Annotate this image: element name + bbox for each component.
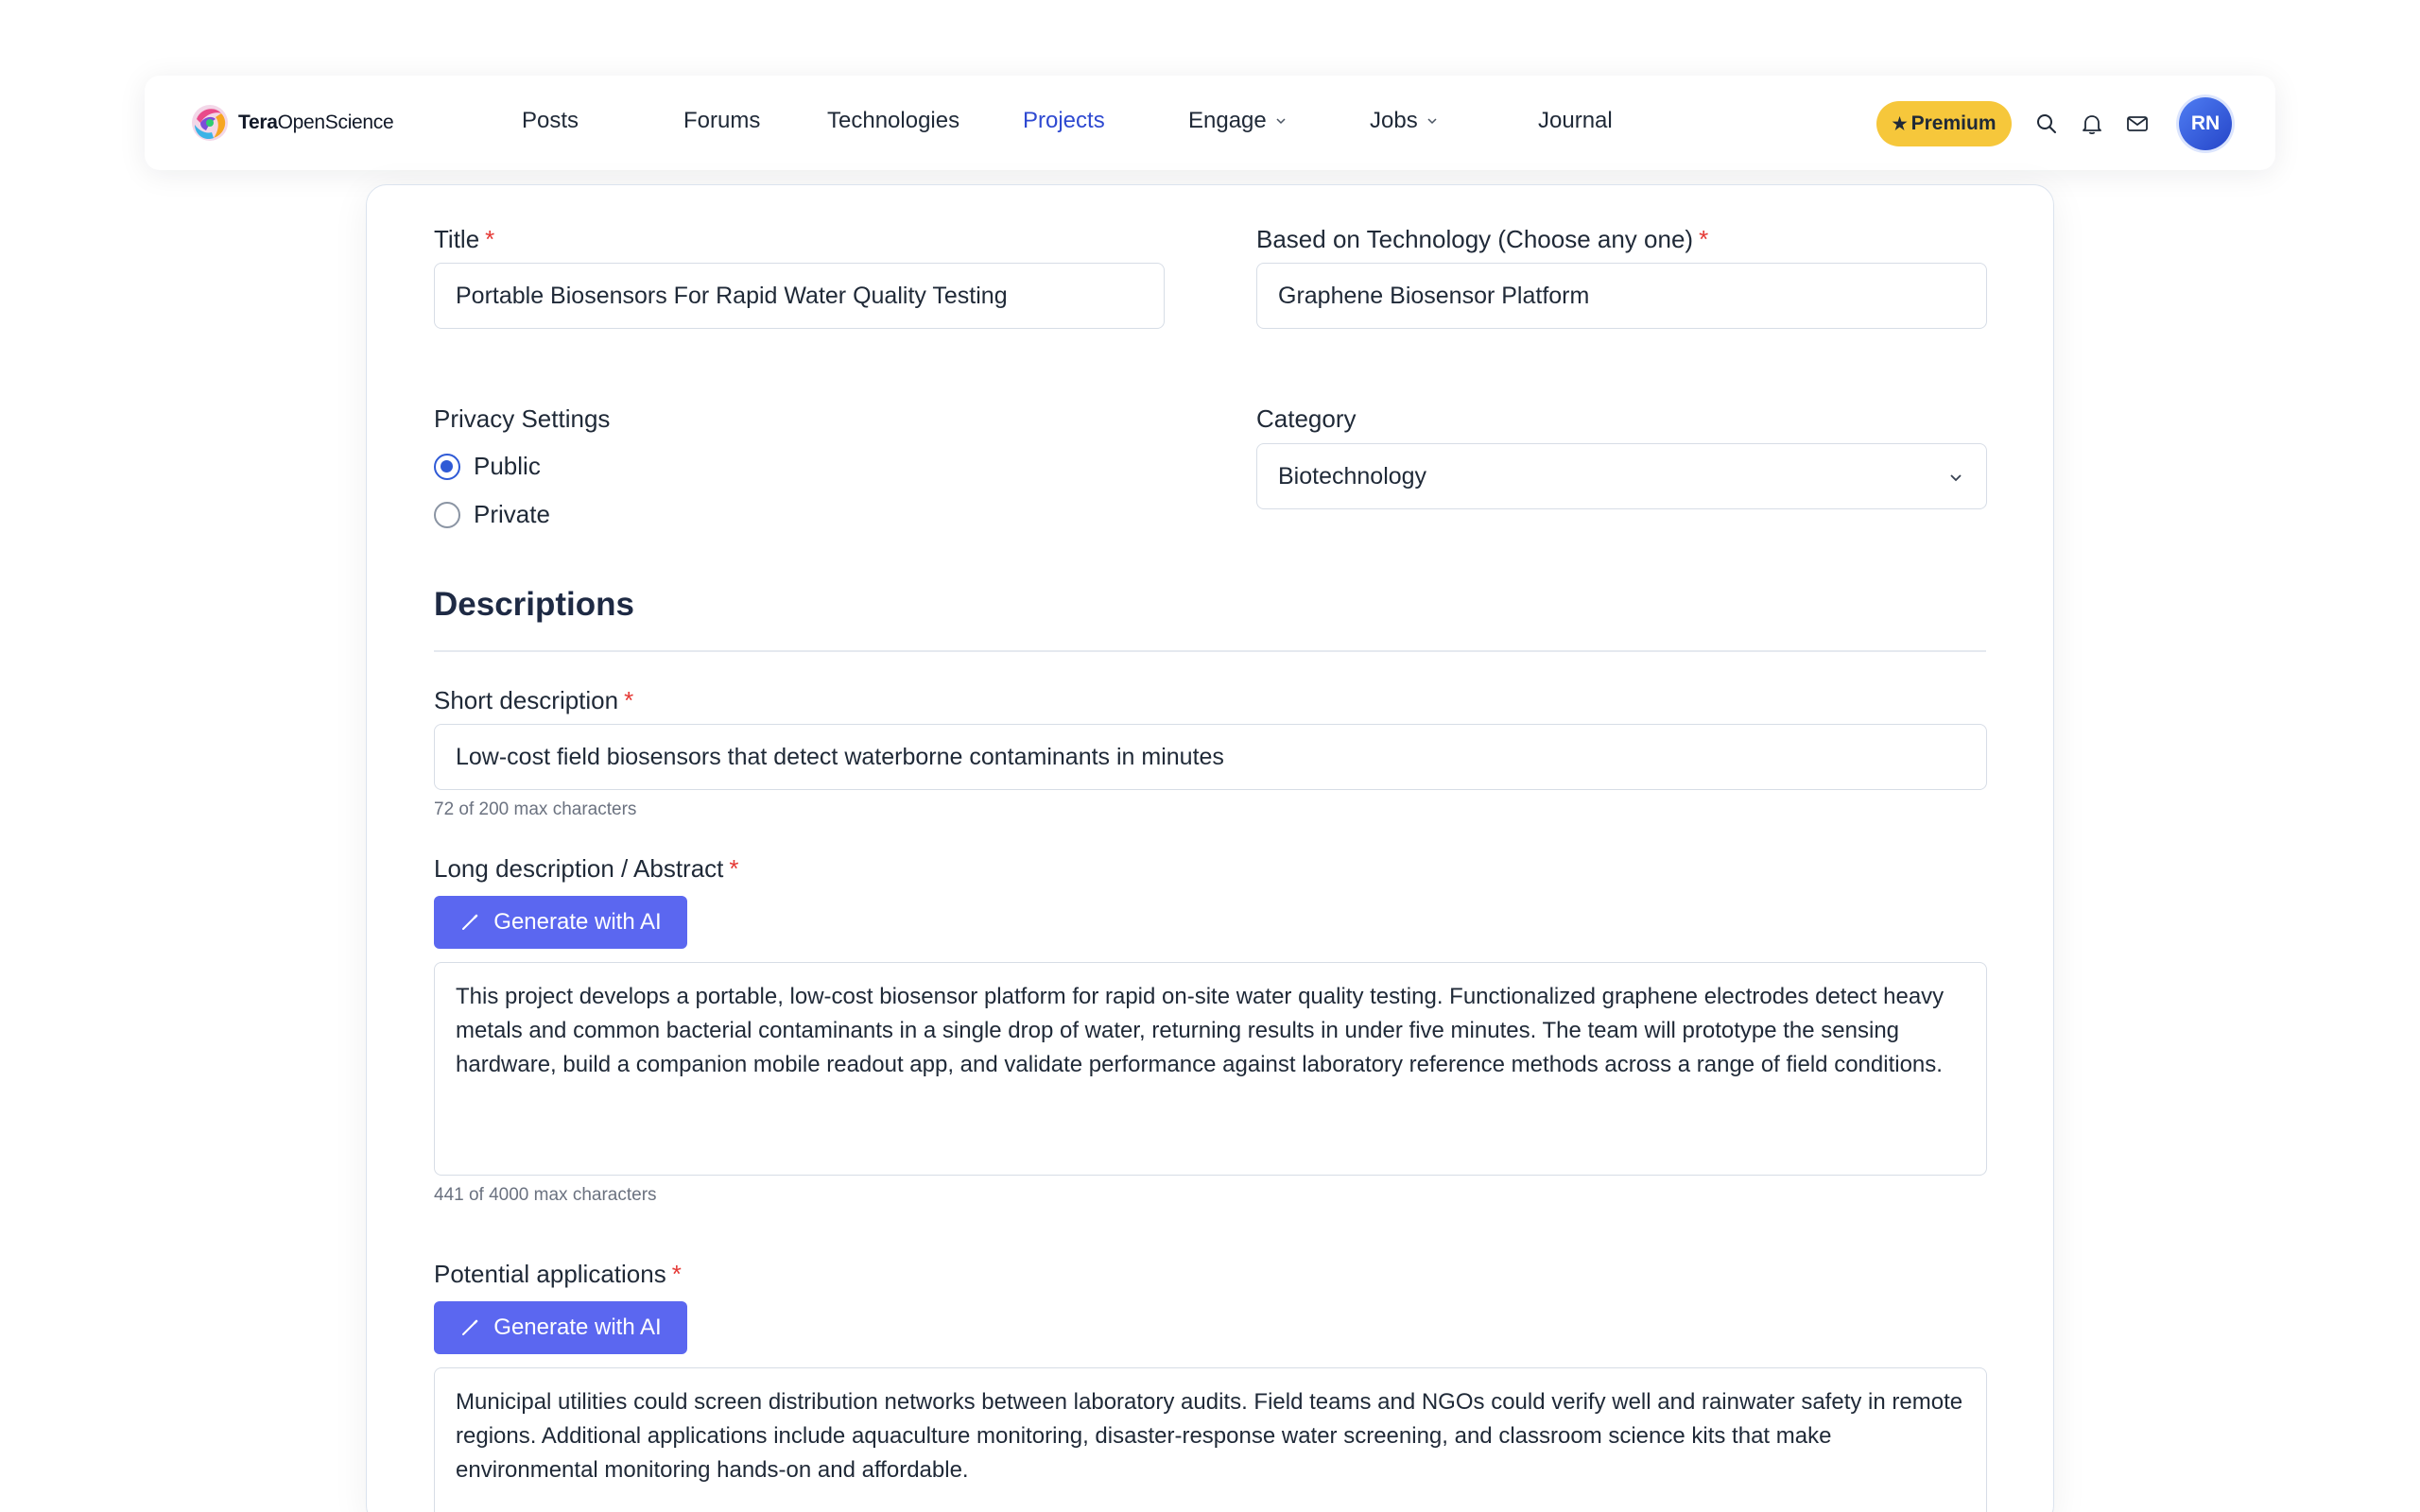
short-description-counter: 72 of 200 max characters [434, 799, 637, 819]
chevron-down-icon [1276, 118, 1286, 125]
descriptions-heading: Descriptions [434, 586, 634, 623]
generate-ai-button[interactable]: Generate with AI [434, 896, 687, 949]
title-label: Title * [434, 225, 495, 253]
mail-icon[interactable] [2125, 112, 2150, 136]
premium-button[interactable]: ★ Premium [1876, 101, 2012, 146]
nav-engage[interactable]: Engage [1188, 108, 1288, 134]
magic-wand-icon [462, 1319, 478, 1335]
brand-name: TeraOpenScience [238, 112, 394, 133]
star-icon: ★ [1892, 113, 1908, 133]
nav-journal[interactable]: Journal [1538, 108, 1613, 134]
bell-icon[interactable] [2080, 112, 2104, 136]
nav-projects[interactable]: Projects [1023, 108, 1105, 134]
logo-icon [192, 105, 228, 141]
category-label: Category [1256, 404, 1357, 433]
privacy-private-option[interactable]: Private [434, 500, 550, 529]
technology-input[interactable]: Graphene Biosensor Platform [1256, 263, 1987, 329]
category-select[interactable]: Biotechnology [1256, 443, 1987, 509]
applications-label: Potential applications * [434, 1260, 682, 1288]
nav-technologies[interactable]: Technologies [827, 108, 959, 134]
long-description-textarea[interactable]: This project develops a portable, low-co… [434, 962, 1987, 1176]
radio-public[interactable] [434, 453, 460, 480]
short-description-input[interactable]: Low-cost field biosensors that detect wa… [434, 724, 1987, 790]
nav-forums[interactable]: Forums [683, 108, 760, 134]
nav-jobs[interactable]: Jobs [1370, 108, 1439, 134]
radio-private[interactable] [434, 501, 460, 528]
nav-posts[interactable]: Posts [522, 108, 579, 134]
applications-textarea[interactable]: Municipal utilities could screen distrib… [434, 1367, 1987, 1512]
user-avatar[interactable]: RN [2179, 97, 2232, 150]
magic-wand-icon [462, 914, 478, 930]
chevron-down-icon [1950, 474, 1962, 482]
top-navbar: TeraOpenScience Posts Forums Technologie… [145, 76, 2275, 170]
technology-label: Based on Technology (Choose any one) * [1256, 225, 1709, 253]
search-icon[interactable] [2034, 112, 2059, 136]
long-description-counter: 441 of 4000 max characters [434, 1185, 657, 1205]
title-input[interactable]: Portable Biosensors For Rapid Water Qual… [434, 263, 1165, 329]
privacy-public-option[interactable]: Public [434, 452, 541, 481]
generate-ai-button[interactable]: Generate with AI [434, 1301, 687, 1354]
long-description-label: Long description / Abstract * [434, 854, 739, 883]
chevron-down-icon [1427, 118, 1437, 125]
privacy-label: Privacy Settings [434, 404, 611, 433]
brand-logo[interactable]: TeraOpenScience [187, 100, 394, 146]
premium-label: Premium [1910, 112, 1996, 134]
section-divider [434, 650, 1986, 652]
short-description-label: Short description * [434, 686, 634, 714]
